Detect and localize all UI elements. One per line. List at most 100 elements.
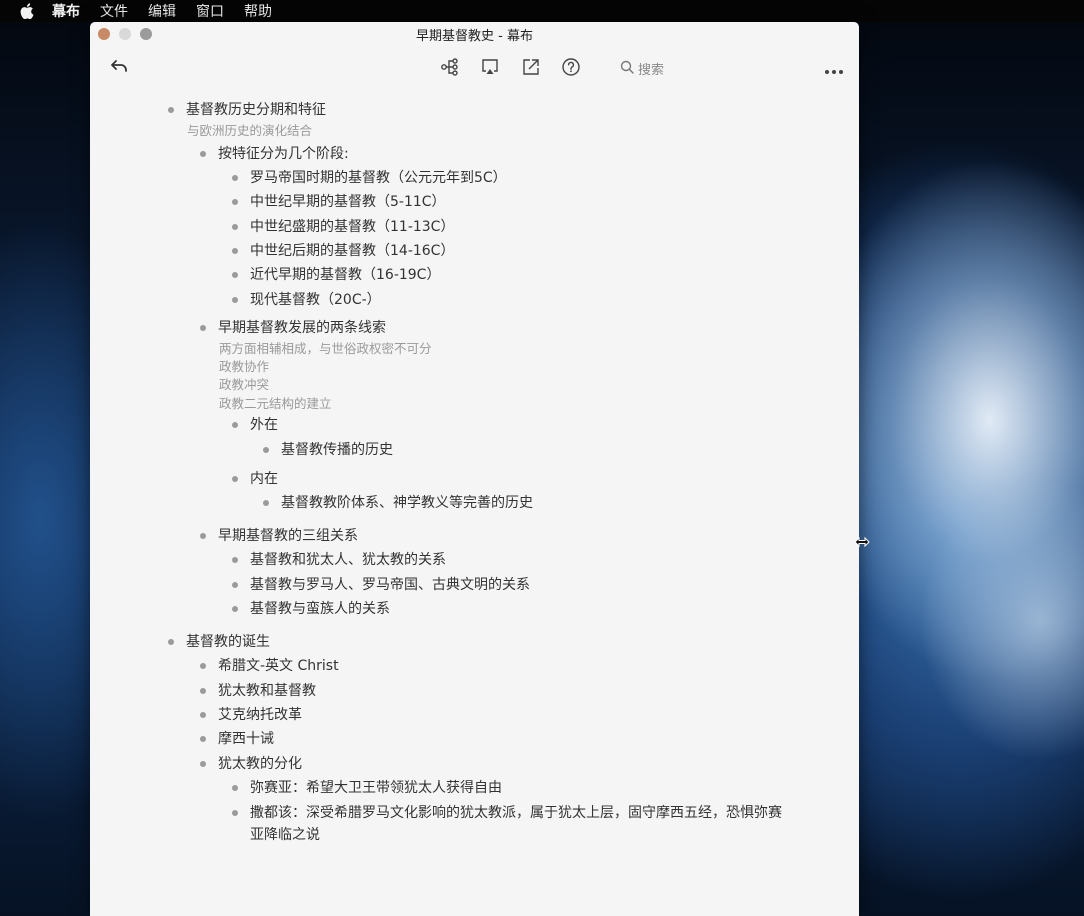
bullet-icon[interactable] — [232, 224, 238, 230]
bullet-icon[interactable] — [168, 639, 174, 645]
zoom-button[interactable] — [140, 28, 152, 40]
bullet-icon[interactable] — [200, 736, 206, 742]
menu-file[interactable]: 文件 — [100, 1, 128, 21]
bullet-icon[interactable] — [168, 107, 174, 113]
bullet-icon[interactable] — [232, 785, 238, 791]
node-text[interactable]: 希腊文-英文 Christ — [218, 654, 339, 678]
traffic-lights — [98, 28, 152, 40]
menu-help[interactable]: 帮助 — [244, 1, 272, 21]
node-text[interactable]: 按特征分为几个阶段: — [218, 142, 349, 166]
node-note[interactable]: 政教二元结构的建立 — [219, 395, 332, 413]
bullet-icon[interactable] — [200, 533, 206, 539]
outline-node[interactable]: 中世纪盛期的基督教（11-13C） — [232, 215, 454, 239]
undo-button[interactable] — [109, 58, 131, 80]
bullet-icon[interactable] — [200, 151, 206, 157]
node-text[interactable]: 中世纪早期的基督教（5-11C） — [250, 190, 446, 214]
node-note[interactable]: 政教冲突 — [219, 376, 269, 394]
node-text[interactable]: 中世纪后期的基督教（14-16C） — [250, 239, 454, 263]
node-text[interactable]: 犹太教的分化 — [218, 752, 302, 776]
more-button[interactable] — [823, 58, 845, 80]
bullet-icon[interactable] — [232, 272, 238, 278]
outline-node[interactable]: 罗马帝国时期的基督教（公元元年到5C） — [232, 166, 507, 190]
outline-node[interactable]: 基督教和犹太人、犹太教的关系 — [232, 548, 446, 572]
outline-node[interactable]: 基督教的诞生 — [168, 630, 270, 654]
node-text[interactable]: 基督教教阶体系、神学教义等完善的历史 — [281, 491, 533, 515]
bullet-icon[interactable] — [200, 712, 206, 718]
outline-node[interactable]: 弥赛亚：希望大卫王带领犹太人获得自由 — [232, 776, 502, 800]
outline-node[interactable]: 早期基督教发展的两条线索 — [200, 316, 386, 340]
outline-node[interactable]: 近代早期的基督教（16-19C） — [232, 263, 440, 287]
minimize-button[interactable] — [119, 28, 131, 40]
bullet-icon[interactable] — [232, 582, 238, 588]
node-text[interactable]: 基督教的诞生 — [186, 630, 270, 654]
outline-node[interactable]: 现代基督教（20C-） — [232, 288, 381, 312]
outline-node[interactable]: 内在 — [232, 467, 278, 491]
outline-node[interactable]: 艾克纳托改革 — [200, 703, 302, 727]
outline-node[interactable]: 摩西十诫 — [200, 727, 274, 751]
node-text[interactable]: 弥赛亚：希望大卫王带领犹太人获得自由 — [250, 776, 502, 800]
outline-node[interactable]: 基督教与罗马人、罗马帝国、古典文明的关系 — [232, 573, 530, 597]
search-field[interactable]: 搜索 — [620, 59, 664, 78]
mindmap-button[interactable] — [439, 58, 461, 80]
outline-node[interactable]: 希腊文-英文 Christ — [200, 654, 339, 678]
menu-app-name[interactable]: 幕布 — [52, 1, 80, 21]
node-text[interactable]: 基督教历史分期和特征 — [186, 98, 326, 122]
bullet-icon[interactable] — [232, 422, 238, 428]
node-note[interactable]: 政教协作 — [219, 358, 269, 376]
bullet-icon[interactable] — [232, 810, 238, 816]
outline-node[interactable]: 犹太教的分化 — [200, 752, 302, 776]
outline-node[interactable]: 中世纪后期的基督教（14-16C） — [232, 239, 454, 263]
bullet-icon[interactable] — [232, 557, 238, 563]
bullet-icon[interactable] — [263, 500, 269, 506]
node-text[interactable]: 早期基督教的三组关系 — [218, 524, 358, 548]
node-text[interactable]: 早期基督教发展的两条线索 — [218, 316, 386, 340]
menu-window[interactable]: 窗口 — [196, 1, 224, 21]
node-text[interactable]: 亚降临之说 — [250, 823, 320, 847]
node-text[interactable]: 现代基督教（20C-） — [250, 288, 381, 312]
node-text[interactable]: 中世纪盛期的基督教（11-13C） — [250, 215, 454, 239]
bullet-icon[interactable] — [232, 248, 238, 254]
bullet-icon[interactable] — [200, 761, 206, 767]
outline-node[interactable]: 基督教教阶体系、神学教义等完善的历史 — [263, 491, 533, 515]
node-note[interactable]: 两方面相辅相成，与世俗政权密不可分 — [219, 340, 432, 358]
node-text[interactable]: 撒都该：深受希腊罗马文化影响的犹太教派，属于犹太上层，固守摩西五经，恐惧弥赛 — [250, 801, 782, 825]
bullet-icon[interactable] — [200, 688, 206, 694]
node-text[interactable]: 艾克纳托改革 — [218, 703, 302, 727]
node-text[interactable]: 内在 — [250, 467, 278, 491]
bullet-icon[interactable] — [232, 297, 238, 303]
bullet-icon[interactable] — [200, 325, 206, 331]
outline-node[interactable]: 基督教传播的历史 — [263, 438, 393, 462]
node-note[interactable]: 与欧洲历史的演化结合 — [187, 122, 312, 140]
menu-edit[interactable]: 编辑 — [148, 1, 176, 21]
help-button[interactable] — [560, 58, 582, 80]
node-text[interactable]: 外在 — [250, 413, 278, 437]
bullet-icon[interactable] — [232, 175, 238, 181]
close-button[interactable] — [98, 28, 110, 40]
node-text[interactable]: 基督教与蛮族人的关系 — [250, 597, 390, 621]
help-icon — [561, 57, 581, 81]
apple-logo-icon[interactable] — [20, 0, 38, 22]
outline-node[interactable]: 基督教历史分期和特征 — [168, 98, 326, 122]
bullet-icon[interactable] — [263, 447, 269, 453]
node-text[interactable]: 近代早期的基督教（16-19C） — [250, 263, 440, 287]
outline-node[interactable]: 早期基督教的三组关系 — [200, 524, 358, 548]
node-text[interactable]: 基督教和犹太人、犹太教的关系 — [250, 548, 446, 572]
node-text[interactable]: 犹太教和基督教 — [218, 679, 316, 703]
bullet-icon[interactable] — [232, 199, 238, 205]
outline-node[interactable]: 按特征分为几个阶段: — [200, 142, 349, 166]
bullet-icon[interactable] — [232, 606, 238, 612]
node-text[interactable]: 基督教与罗马人、罗马帝国、古典文明的关系 — [250, 573, 530, 597]
outline-node[interactable]: 撒都该：深受希腊罗马文化影响的犹太教派，属于犹太上层，固守摩西五经，恐惧弥赛 — [232, 801, 782, 825]
bullet-icon[interactable] — [200, 663, 206, 669]
outline-node[interactable]: 基督教与蛮族人的关系 — [232, 597, 390, 621]
outline-node[interactable]: 中世纪早期的基督教（5-11C） — [232, 190, 446, 214]
node-text[interactable]: 基督教传播的历史 — [281, 438, 393, 462]
present-button[interactable] — [479, 58, 501, 80]
node-text[interactable]: 摩西十诫 — [218, 727, 274, 751]
export-button[interactable] — [520, 58, 542, 80]
node-text[interactable]: 罗马帝国时期的基督教（公元元年到5C） — [250, 166, 507, 190]
bullet-icon[interactable] — [232, 476, 238, 482]
outline-node[interactable]: 外在 — [232, 413, 278, 437]
outline-node-continuation[interactable]: 亚降临之说 — [250, 823, 320, 847]
outline-node[interactable]: 犹太教和基督教 — [200, 679, 316, 703]
